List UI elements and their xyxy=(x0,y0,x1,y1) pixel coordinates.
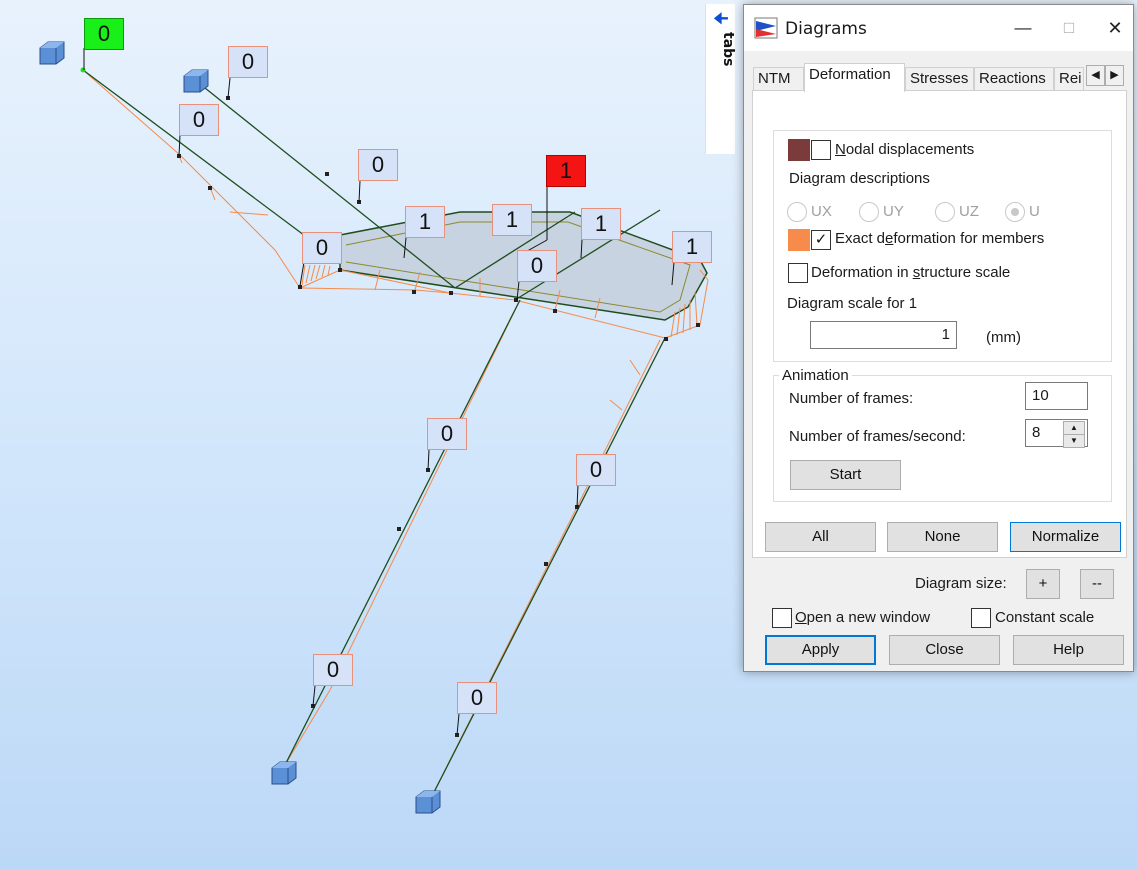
deformation-panel: Nodal displacements Diagram descriptions… xyxy=(752,90,1127,558)
node-label[interactable]: 1 xyxy=(581,208,621,240)
frames-input[interactable]: 10 xyxy=(1025,382,1088,410)
node-label[interactable]: 0 xyxy=(427,418,467,450)
structure-scale-checkbox[interactable] xyxy=(788,263,808,283)
constant-scale-label[interactable]: Constant scale xyxy=(995,609,1094,626)
radio-u[interactable] xyxy=(1005,202,1025,222)
maximize-button[interactable]: □ xyxy=(1046,5,1092,51)
open-new-window-checkbox[interactable] xyxy=(772,608,792,628)
radio-u-label[interactable]: U xyxy=(1029,203,1040,220)
nodal-color-swatch[interactable] xyxy=(788,139,810,161)
tabs-label[interactable]: tabs xyxy=(706,32,736,67)
diagrams-dialog: Diagrams — □ ✕ NTM Deformation Stresses … xyxy=(743,4,1134,672)
node-label[interactable]: 0 xyxy=(84,18,124,50)
tab-row: NTM Deformation Stresses Reactions Rei ◀… xyxy=(753,63,1125,92)
minimize-button[interactable]: — xyxy=(1000,5,1046,51)
close-window-button[interactable]: ✕ xyxy=(1092,5,1137,51)
radio-uz[interactable] xyxy=(935,202,955,222)
structure-scale-label[interactable]: Deformation in structure scale xyxy=(811,264,1010,281)
all-button[interactable]: All xyxy=(765,522,876,552)
tab-rei[interactable]: Rei xyxy=(1054,67,1084,91)
close-button[interactable]: Close xyxy=(889,635,1000,665)
node-label[interactable]: 0 xyxy=(179,104,219,136)
start-button[interactable]: Start xyxy=(790,460,901,490)
tab-scroll-right[interactable]: ▶ xyxy=(1105,65,1124,86)
radio-ux-label[interactable]: UX xyxy=(811,203,832,220)
tab-scroll-left[interactable]: ◀ xyxy=(1086,65,1105,86)
node-label[interactable]: 1 xyxy=(405,206,445,238)
support-cube xyxy=(271,761,297,785)
node-label[interactable]: 1 xyxy=(672,231,712,263)
tab-stresses[interactable]: Stresses xyxy=(905,67,974,91)
diagram-size-label: Diagram size: xyxy=(915,575,1007,592)
diagram-size-plus-button[interactable]: + xyxy=(1026,569,1060,599)
normalize-button[interactable]: Normalize xyxy=(1010,522,1121,552)
nodal-displacements-label[interactable]: Nodal displacements xyxy=(835,141,974,158)
node-label[interactable]: 0 xyxy=(228,46,268,78)
fps-label: Number of frames/second: xyxy=(789,428,966,445)
radio-uy-label[interactable]: UY xyxy=(883,203,904,220)
scale-unit-label: (mm) xyxy=(986,329,1021,346)
tab-deformation[interactable]: Deformation xyxy=(804,63,905,92)
title-bar[interactable]: Diagrams — □ ✕ xyxy=(744,5,1133,51)
diagram-scale-input[interactable]: 1 xyxy=(810,321,957,349)
fps-spin-up[interactable]: ▲ xyxy=(1063,421,1085,435)
node-label[interactable]: 1 xyxy=(546,155,586,187)
apply-button[interactable]: Apply xyxy=(765,635,876,665)
tab-reactions[interactable]: Reactions xyxy=(974,67,1054,91)
node-label[interactable]: 0 xyxy=(517,250,557,282)
help-button[interactable]: Help xyxy=(1013,635,1124,665)
diagram-size-minus-button[interactable]: -- xyxy=(1080,569,1114,599)
node-label[interactable]: 0 xyxy=(313,654,353,686)
fps-spin-down[interactable]: ▼ xyxy=(1063,434,1085,448)
tab-ntm[interactable]: NTM xyxy=(753,67,804,91)
exact-deformation-checkbox[interactable]: ✓ xyxy=(811,230,831,250)
nodal-displacements-checkbox[interactable] xyxy=(811,140,831,160)
node-label[interactable]: 0 xyxy=(302,232,342,264)
open-new-window-label[interactable]: Open a new window xyxy=(795,609,930,626)
constant-scale-checkbox[interactable] xyxy=(971,608,991,628)
exact-deformation-label[interactable]: Exact deformation for members xyxy=(835,230,1044,247)
radio-uz-label[interactable]: UZ xyxy=(959,203,979,220)
diagram-descriptions-label: Diagram descriptions xyxy=(789,170,930,187)
support-cube xyxy=(39,41,65,65)
exact-deformation-color-swatch[interactable] xyxy=(788,229,810,251)
none-button[interactable]: None xyxy=(887,522,998,552)
node-label[interactable]: 0 xyxy=(576,454,616,486)
frames-label: Number of frames: xyxy=(789,390,914,407)
animation-group-title: Animation xyxy=(779,367,852,384)
support-cube xyxy=(415,790,441,814)
tabs-strip[interactable]: 🠈 tabs xyxy=(705,4,736,154)
radio-uy[interactable] xyxy=(859,202,879,222)
node-label[interactable]: 0 xyxy=(358,149,398,181)
node-label[interactable]: 1 xyxy=(492,204,532,236)
radio-ux[interactable] xyxy=(787,202,807,222)
diagram-scale-label: Diagram scale for 1 xyxy=(787,295,918,312)
node-label[interactable]: 0 xyxy=(457,682,497,714)
support-cube xyxy=(183,69,209,93)
dialog-title: Diagrams xyxy=(785,19,867,39)
arrow-left-icon[interactable]: 🠈 xyxy=(713,6,729,35)
app-icon xyxy=(754,17,778,39)
